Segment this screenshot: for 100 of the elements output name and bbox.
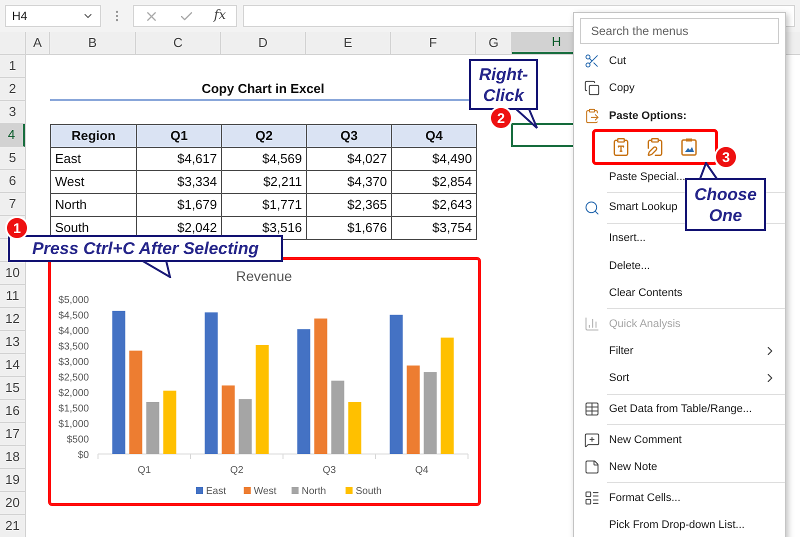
table-cell: $1,676 [307, 217, 392, 240]
insert-function-button[interactable]: fx [214, 6, 226, 26]
name-box[interactable]: H4 [5, 5, 101, 27]
menu-item[interactable]: Format Cells... [609, 490, 681, 506]
axis-label: $3,500 [58, 342, 89, 352]
table-cell: $2,211 [222, 171, 307, 194]
menu-item[interactable]: Sort [609, 370, 777, 388]
paste-options-heading: Paste Options: [609, 108, 687, 124]
note-icon [584, 459, 600, 476]
bar [348, 402, 362, 454]
row-header[interactable]: 6 [0, 170, 25, 193]
bar [146, 402, 160, 454]
scissors-icon [584, 52, 600, 69]
legend-label: South [356, 486, 382, 497]
callout-pointer [697, 162, 719, 180]
table-header-cell: Q3 [307, 125, 392, 148]
step-badge: 2 [489, 106, 513, 130]
row-header[interactable]: 13 [0, 331, 25, 354]
axis-label: $2,000 [58, 388, 89, 399]
table-icon [584, 401, 600, 418]
row-header[interactable]: 18 [0, 446, 25, 469]
clipboard-icon [584, 108, 600, 124]
axis-label: $1,000 [58, 419, 89, 430]
table-header-cell: Q4 [392, 125, 477, 148]
menu-item[interactable]: Paste Special... [609, 168, 686, 186]
axis-label: Q2 [230, 465, 244, 476]
clipboard-pen-icon[interactable] [645, 136, 665, 156]
row-header[interactable]: 20 [0, 492, 25, 515]
axis-label: $0 [78, 450, 89, 461]
axis-label: Q3 [322, 465, 336, 476]
column-header[interactable]: F [391, 32, 476, 54]
legend-label: North [302, 486, 326, 497]
column-header[interactable]: A [26, 32, 50, 54]
row-header[interactable]: 5 [0, 147, 25, 170]
axis-label: $3,000 [58, 357, 89, 368]
table-cell: $2,365 [307, 194, 392, 217]
row-header[interactable]: 17 [0, 423, 25, 446]
table-header-cell: Q1 [137, 125, 222, 148]
table-cell: $1,679 [137, 194, 222, 217]
sheet-title: Copy Chart in Excel [202, 80, 324, 98]
axis-label: $4,500 [58, 310, 89, 322]
menu-item[interactable]: Clear Contents [609, 284, 682, 302]
table-header-cell: Q2 [222, 125, 307, 148]
clipboard-text-icon[interactable] [611, 136, 631, 156]
menu-item[interactable]: Pick From Drop-down List... [609, 517, 745, 534]
axis-label: $2,500 [58, 372, 89, 384]
clipboard-picture-icon[interactable] [679, 136, 699, 156]
callout-box: Right-Click [469, 59, 538, 110]
row-header[interactable]: 21 [0, 515, 25, 537]
column-header[interactable]: D [221, 32, 306, 54]
menu-item[interactable]: Copy [609, 80, 635, 96]
search-icon [584, 200, 600, 216]
menu-item[interactable]: Filter [609, 343, 777, 360]
chart-icon [584, 316, 600, 332]
column-header[interactable]: E [306, 32, 391, 54]
menu-item[interactable]: Cut [609, 52, 626, 69]
axis-label: $500 [66, 434, 89, 446]
row-header[interactable]: 16 [0, 400, 25, 423]
table-cell: $4,569 [222, 148, 307, 171]
legend-label: East [206, 486, 226, 497]
table-cell: $4,370 [307, 171, 392, 194]
menu-item[interactable]: Get Data from Table/Range... [609, 400, 752, 418]
axis-label: $5,000 [58, 295, 89, 306]
bar [238, 399, 252, 454]
menu-item[interactable]: New Comment [609, 432, 682, 448]
row-header[interactable]: 12 [0, 308, 25, 331]
menu-item[interactable]: Smart Lookup [609, 199, 678, 216]
table-cell: $4,617 [137, 148, 222, 171]
bar [163, 390, 176, 454]
row-header[interactable]: 14 [0, 354, 25, 377]
row-header[interactable]: 4 [0, 124, 25, 147]
list-icon [584, 490, 600, 506]
menu-item[interactable]: New Note [609, 458, 658, 476]
column-header[interactable]: C [136, 32, 221, 54]
table-cell: $3,334 [137, 171, 222, 194]
search-field[interactable]: Search the menus [580, 18, 779, 44]
axis-label: $1,500 [58, 404, 89, 414]
legend-label: West [254, 486, 276, 497]
row-header[interactable]: 1 [0, 55, 25, 78]
axis-label: $4,000 [58, 326, 89, 337]
row-header[interactable]: 15 [0, 377, 25, 400]
table-cell: $4,490 [392, 148, 477, 171]
row-header[interactable]: 11 [0, 285, 25, 308]
table-cell: $4,027 [307, 148, 392, 171]
table-cell: West [51, 171, 137, 194]
copy-icon [584, 80, 600, 96]
table-cell: East [51, 148, 137, 171]
comment-plus-icon [584, 432, 600, 448]
bar [222, 385, 235, 454]
table-cell: North [51, 194, 137, 217]
row-header[interactable]: 19 [0, 469, 25, 492]
callout-pointer [515, 108, 539, 129]
callout-box: Choose One [685, 178, 766, 231]
table-cell: $3,754 [392, 217, 477, 240]
table-cell: $2,643 [392, 194, 477, 217]
axis-label: Q1 [138, 465, 151, 476]
column-header[interactable]: B [50, 32, 136, 54]
row-header[interactable]: 2 [0, 78, 25, 101]
menu-item[interactable]: Delete... [609, 258, 650, 274]
menu-item[interactable]: Insert... [609, 230, 646, 246]
